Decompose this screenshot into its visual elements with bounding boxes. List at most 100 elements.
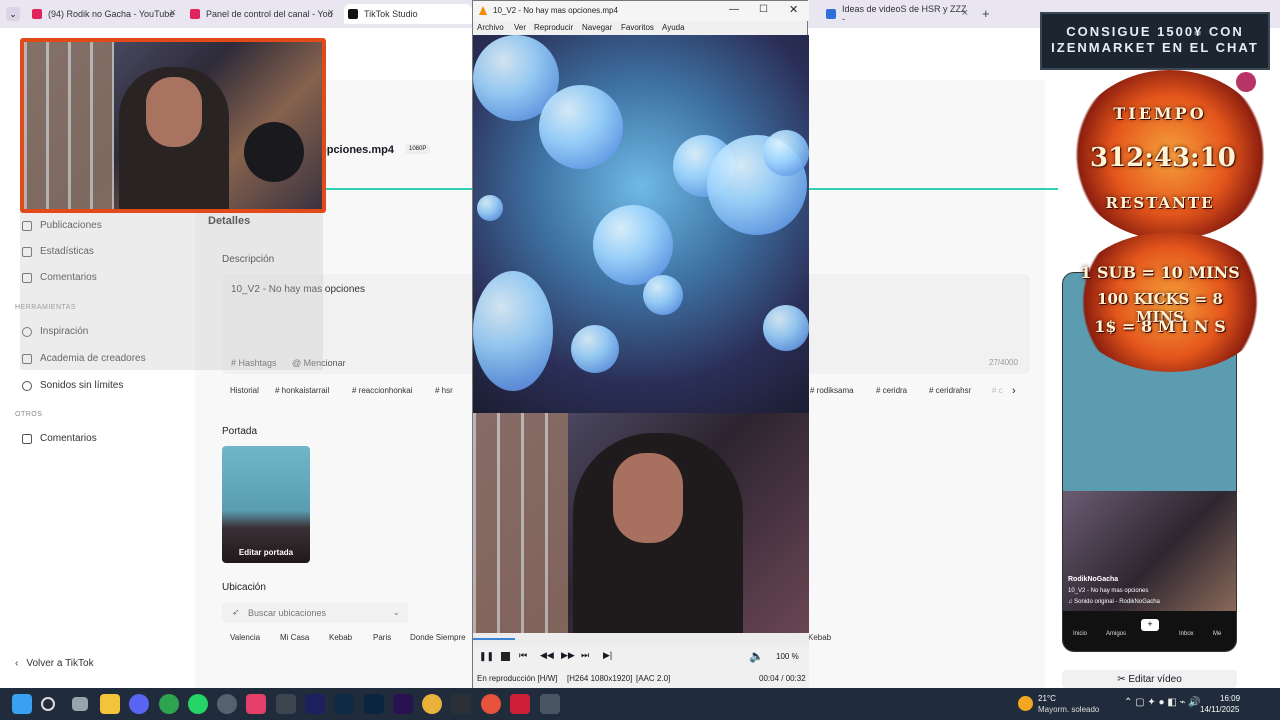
new-tab-button[interactable]: +: [982, 6, 990, 21]
whatsapp-icon[interactable]: [188, 694, 208, 714]
tab-docs[interactable]: Ideas de videoS de HSR y ZZZ - ×: [822, 4, 972, 24]
quality-badge: 1080P: [405, 144, 431, 154]
translucent-overlay: [20, 213, 323, 370]
sidebar-item-comentarios-2[interactable]: Comentarios: [22, 433, 97, 444]
chip-hashtag[interactable]: # reaccionhonkai: [352, 386, 412, 400]
rule-dollar: 1$ = 8 M I N S: [1094, 317, 1226, 336]
task-view-icon[interactable]: [72, 697, 88, 711]
previous-icon[interactable]: ⏮: [519, 650, 527, 661]
tab-search-icon[interactable]: ⌄: [6, 7, 20, 21]
tab-yt-studio[interactable]: Panel de control del canal - You ×: [186, 4, 338, 24]
location-chip[interactable]: Kebab: [808, 633, 831, 642]
upload-progress-bar: [326, 188, 472, 190]
video-streamer-face: [613, 453, 683, 543]
audition-icon[interactable]: [305, 694, 325, 714]
discord-icon[interactable]: [129, 694, 149, 714]
location-chip[interactable]: Donde Siempre: [410, 633, 466, 642]
menu-navegar[interactable]: Navegar: [582, 23, 612, 32]
location-chip[interactable]: Valencia: [230, 633, 260, 642]
chip-hashtag[interactable]: # hsr: [435, 386, 453, 400]
file-explorer-icon[interactable]: [100, 694, 120, 714]
close-icon[interactable]: ×: [962, 7, 968, 19]
vlc-taskbar-icon[interactable]: [540, 694, 560, 714]
nav-home[interactable]: Inicio: [1073, 631, 1087, 637]
premiere-icon[interactable]: [393, 694, 413, 714]
steam-icon[interactable]: [217, 694, 237, 714]
vlc-controls: ❚❚ ⏮ ◀◀ ▶▶ ⏭ ▶| 🔈 100 %: [473, 645, 809, 669]
sidebar-header-others: OTROS: [15, 411, 43, 418]
menu-ayuda[interactable]: Ayuda: [662, 23, 685, 32]
close-icon[interactable]: ✕: [789, 3, 798, 16]
location-chip[interactable]: Kebab: [329, 633, 352, 642]
promo-banner: CONSIGUE 1500¥ CON IZENMARKET EN EL CHAT: [1040, 12, 1270, 70]
edit-video-button[interactable]: ✂ Editar vídeo: [1062, 670, 1237, 688]
webcam-overlay: [20, 38, 326, 213]
tray-icons[interactable]: ⌃ ▢ ✦ ● ◧ ⌁ 🔊: [1124, 697, 1201, 708]
tiktok-app-icon[interactable]: [246, 694, 266, 714]
close-icon[interactable]: ×: [328, 7, 334, 19]
vlc-seek-bar[interactable]: [473, 633, 809, 645]
upload-progress-bar-right: [808, 188, 1058, 190]
chevron-right-icon[interactable]: ›: [1012, 385, 1016, 397]
next-icon[interactable]: ⏭: [581, 650, 589, 661]
volume-icon[interactable]: 🔈: [749, 649, 764, 663]
sidebar-item-sonidos[interactable]: Sonidos sin límites: [22, 380, 123, 391]
vlc-menubar: Archivo Ver Reproducir Navegar Favoritos…: [473, 21, 809, 35]
frame-step-icon[interactable]: ▶|: [603, 650, 612, 661]
nav-me[interactable]: Me: [1213, 631, 1221, 637]
close-icon[interactable]: ×: [170, 7, 176, 19]
char-counter: 27/4000: [989, 358, 1018, 367]
weather-desc: Mayorm. soleado: [1038, 705, 1100, 714]
maximize-icon[interactable]: ☐: [759, 4, 768, 15]
chip-hashtag[interactable]: # honkaistarrail: [275, 386, 329, 400]
clock-time[interactable]: 16:09: [1220, 694, 1240, 703]
youtube-icon: [32, 9, 42, 19]
tab-tiktok-studio[interactable]: TikTok Studio: [344, 4, 472, 24]
search-icon[interactable]: [41, 697, 55, 711]
fast-forward-icon[interactable]: ▶▶: [561, 650, 575, 661]
lightroom-icon[interactable]: [334, 694, 354, 714]
app-icon[interactable]: [276, 694, 296, 714]
phone-username: RodikNoGacha: [1068, 576, 1119, 583]
clock-date[interactable]: 14/11/2025: [1200, 705, 1239, 714]
cover-thumbnail[interactable]: Editar portada: [222, 446, 310, 563]
location-chip[interactable]: Paris: [373, 633, 391, 642]
stop-icon[interactable]: [501, 652, 510, 661]
vlc-cone-icon: [479, 6, 487, 15]
pause-icon[interactable]: ❚❚: [479, 651, 494, 662]
chrome-icon[interactable]: [159, 694, 179, 714]
location-select[interactable]: ➶ Buscar ubicaciones ⌄: [222, 603, 408, 623]
location-chip[interactable]: Mi Casa: [280, 633, 309, 642]
edit-cover-label: Editar portada: [238, 548, 294, 557]
phone-caption: 10_V2 - No hay mas opciones: [1068, 588, 1149, 594]
menu-archivo[interactable]: Archivo: [477, 23, 504, 32]
menu-favoritos[interactable]: Favoritos: [621, 23, 654, 32]
record-icon[interactable]: [510, 694, 530, 714]
nav-inbox[interactable]: Inbox: [1179, 631, 1194, 637]
scissors-icon: ✂: [1117, 674, 1126, 685]
rewind-icon[interactable]: ◀◀: [540, 650, 554, 661]
chrome-icon-3[interactable]: [481, 694, 501, 714]
weather-temp: 21°C: [1038, 694, 1056, 703]
chip-hashtag[interactable]: # rodiksama: [810, 386, 854, 400]
nav-friends[interactable]: Amigos: [1106, 631, 1126, 637]
timer-value: 312:43:10: [1090, 143, 1236, 173]
menu-reproducir[interactable]: Reproducir: [534, 23, 573, 32]
windows-start-icon[interactable]: [12, 694, 32, 714]
back-to-tiktok-link[interactable]: ‹ Volver a TikTok: [15, 658, 94, 669]
terminal-icon[interactable]: [451, 694, 471, 714]
chip-historial[interactable]: Historial: [230, 386, 259, 400]
seek-progress-fill: [473, 638, 515, 640]
minimize-icon[interactable]: —: [729, 4, 739, 15]
phone-nav: Inicio Amigos + Inbox Me: [1063, 611, 1236, 651]
chrome-icon-2[interactable]: [422, 694, 442, 714]
nav-create-button[interactable]: +: [1141, 619, 1159, 631]
volume-level[interactable]: 100 %: [776, 652, 799, 661]
chip-hashtag[interactable]: # ceridra: [876, 386, 907, 400]
menu-ver[interactable]: Ver: [514, 23, 526, 32]
tab-youtube[interactable]: (94) Rodik no Gacha - YouTube ×: [28, 4, 180, 24]
photoshop-icon[interactable]: [364, 694, 384, 714]
chip-hashtag[interactable]: # ceridrahsr: [929, 386, 971, 400]
chip-hashtag[interactable]: # c: [992, 386, 1003, 400]
avatar: [1236, 72, 1256, 92]
